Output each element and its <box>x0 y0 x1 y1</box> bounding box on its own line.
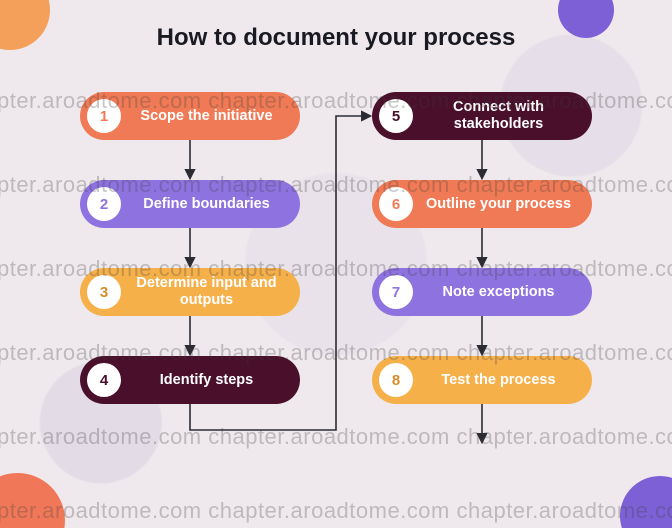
step-label: Scope the initiative <box>121 108 300 125</box>
step-3: 3 Determine input and outputs <box>80 268 300 316</box>
step-label: Determine input and outputs <box>121 275 300 308</box>
step-number-badge: 6 <box>379 187 413 221</box>
step-label: Outline your process <box>413 196 592 213</box>
step-label: Define boundaries <box>121 196 300 213</box>
step-6: 6 Outline your process <box>372 180 592 228</box>
step-number-badge: 4 <box>87 363 121 397</box>
step-label: Connect with stakeholders <box>413 99 592 132</box>
step-label: Note exceptions <box>413 284 592 301</box>
step-number-badge: 2 <box>87 187 121 221</box>
step-number-badge: 5 <box>379 99 413 133</box>
step-2: 2 Define boundaries <box>80 180 300 228</box>
page-title: How to document your process <box>0 24 672 52</box>
step-number-badge: 7 <box>379 275 413 309</box>
step-8: 8 Test the process <box>372 356 592 404</box>
step-label: Test the process <box>413 372 592 389</box>
step-4: 4 Identify steps <box>80 356 300 404</box>
step-number-badge: 1 <box>87 99 121 133</box>
step-7: 7 Note exceptions <box>372 268 592 316</box>
step-5: 5 Connect with stakeholders <box>372 92 592 140</box>
step-1: 1 Scope the initiative <box>80 92 300 140</box>
step-label: Identify steps <box>121 372 300 389</box>
step-number-badge: 3 <box>87 275 121 309</box>
step-number-badge: 8 <box>379 363 413 397</box>
